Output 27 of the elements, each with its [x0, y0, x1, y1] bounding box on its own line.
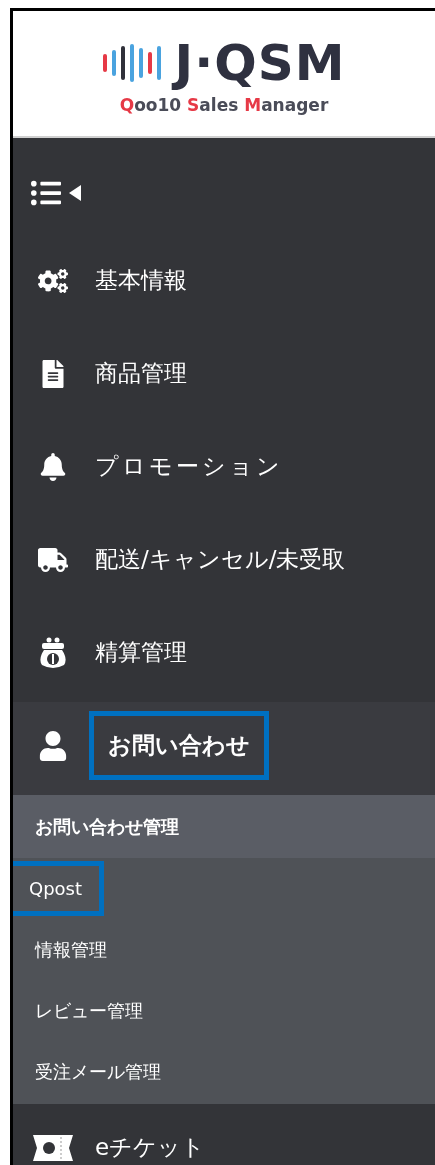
user-icon [38, 730, 68, 761]
menu-toggle-button[interactable] [31, 178, 81, 208]
menu-label: プロモーション [95, 452, 283, 481]
menu-item[interactable]: eチケット [13, 1104, 435, 1165]
menu-item[interactable]: 商品管理 [13, 330, 435, 423]
caret-icon [69, 185, 81, 201]
ticket-icon [33, 1134, 73, 1161]
menu-item[interactable]: 配送/キャンセル/未受取 [13, 516, 435, 609]
menu-label: 商品管理 [95, 359, 187, 388]
menu-label: 基本情報 [95, 266, 187, 295]
bell-icon [39, 452, 67, 481]
money-bag-icon [38, 636, 68, 669]
menu-label: お問い合わせ [89, 711, 269, 780]
submenu-item[interactable]: 受注メール管理 [35, 1059, 161, 1084]
logo-tagline: Qoo10 Sales Manager [119, 94, 329, 115]
submenu-heading: お問い合わせ管理 [13, 795, 435, 858]
menu-label: 精算管理 [95, 638, 187, 667]
menu-item[interactable]: 精算管理 [13, 609, 435, 702]
submenu-item[interactable]: Qpost [13, 861, 105, 916]
submenu-item[interactable]: 情報管理 [35, 937, 107, 962]
submenu-item[interactable]: レビュー管理 [35, 998, 143, 1023]
menu-label: 配送/キャンセル/未受取 [95, 545, 346, 574]
menu-label: eチケット [95, 1133, 206, 1162]
list-icon [31, 178, 61, 208]
menu-item[interactable]: プロモーション [13, 423, 435, 516]
menu-item[interactable]: お問い合わせ [13, 702, 435, 795]
menu-item[interactable]: 基本情報 [13, 237, 435, 330]
